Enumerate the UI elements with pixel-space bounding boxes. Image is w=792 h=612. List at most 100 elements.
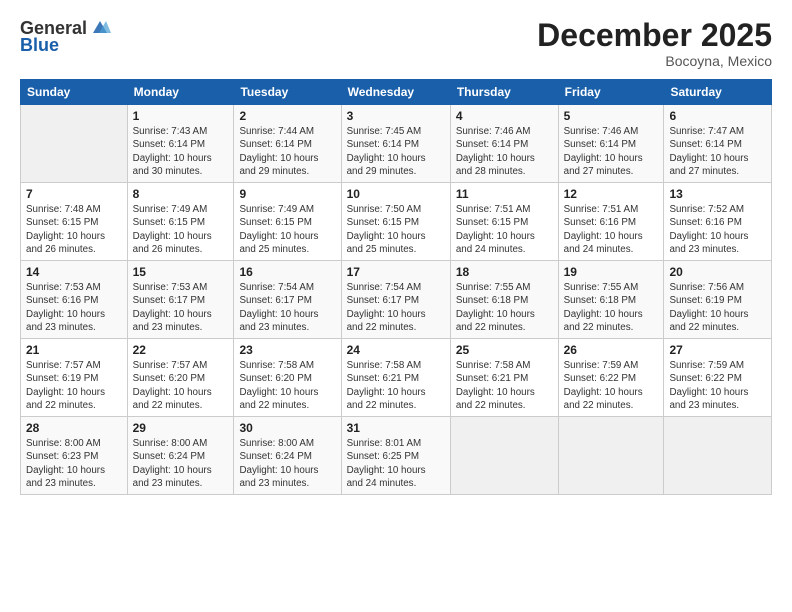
day-info: Sunrise: 7:57 AMSunset: 6:19 PMDaylight:… [26, 359, 122, 412]
day-info: Sunrise: 7:58 AMSunset: 6:21 PMDaylight:… [347, 359, 445, 412]
day-number: 25 [456, 343, 553, 357]
calendar-cell: 29 Sunrise: 8:00 AMSunset: 6:24 PMDayligh… [127, 417, 234, 495]
location: Bocoyna, Mexico [537, 53, 772, 69]
day-info: Sunrise: 7:49 AMSunset: 6:15 PMDaylight:… [239, 203, 335, 256]
calendar-cell: 27 Sunrise: 7:59 AMSunset: 6:22 PMDayligh… [664, 339, 772, 417]
day-info: Sunrise: 8:00 AMSunset: 6:24 PMDaylight:… [239, 437, 335, 490]
logo: General Blue [20, 18, 111, 56]
calendar-cell: 16Sunrise: 7:54 AMSunset: 6:17 PMDayligh… [234, 261, 341, 339]
calendar-header: Sunday Monday Tuesday Wednesday Thursday… [21, 80, 772, 105]
month-title: December 2025 [537, 18, 772, 53]
day-info: Sunrise: 7:53 AMSunset: 6:16 PMDaylight:… [26, 281, 122, 334]
day-number: 30 [239, 421, 335, 435]
calendar-week-2: 7 Sunrise: 7:48 AMSunset: 6:15 PMDaylight… [21, 183, 772, 261]
day-number: 5 [564, 109, 659, 123]
day-info: Sunrise: 7:56 AMSunset: 6:19 PMDaylight:… [669, 281, 766, 334]
calendar-cell: 11Sunrise: 7:51 AMSunset: 6:15 PMDayligh… [450, 183, 558, 261]
day-info: Sunrise: 7:53 AMSunset: 6:17 PMDaylight:… [133, 281, 229, 334]
calendar-table: Sunday Monday Tuesday Wednesday Thursday… [20, 79, 772, 495]
calendar-cell: 17 Sunrise: 7:54 AMSunset: 6:17 PMDayligh… [341, 261, 450, 339]
day-number: 13 [669, 187, 766, 201]
calendar-cell: 19 Sunrise: 7:55 AMSunset: 6:18 PMDayligh… [558, 261, 664, 339]
day-info: Sunrise: 7:59 AMSunset: 6:22 PMDaylight:… [564, 359, 659, 412]
day-number: 31 [347, 421, 445, 435]
day-number: 3 [347, 109, 445, 123]
day-info: Sunrise: 7:58 AMSunset: 6:20 PMDaylight:… [239, 359, 335, 412]
calendar-cell: 26 Sunrise: 7:59 AMSunset: 6:22 PMDayligh… [558, 339, 664, 417]
day-info: Sunrise: 7:45 AMSunset: 6:14 PMDaylight:… [347, 125, 445, 178]
day-number: 29 [133, 421, 229, 435]
day-number: 9 [239, 187, 335, 201]
calendar-week-5: 28Sunrise: 8:00 AMSunset: 6:23 PMDayligh… [21, 417, 772, 495]
day-number: 20 [669, 265, 766, 279]
calendar-cell: 20 Sunrise: 7:56 AMSunset: 6:19 PMDayligh… [664, 261, 772, 339]
calendar-cell: 18Sunrise: 7:55 AMSunset: 6:18 PMDayligh… [450, 261, 558, 339]
calendar-cell: 25Sunrise: 7:58 AMSunset: 6:21 PMDayligh… [450, 339, 558, 417]
day-info: Sunrise: 8:00 AMSunset: 6:24 PMDaylight:… [133, 437, 229, 490]
calendar-cell: 22 Sunrise: 7:57 AMSunset: 6:20 PMDayligh… [127, 339, 234, 417]
calendar-week-1: 1Sunrise: 7:43 AMSunset: 6:14 PMDaylight… [21, 105, 772, 183]
calendar-cell: 9 Sunrise: 7:49 AMSunset: 6:15 PMDaylight… [234, 183, 341, 261]
calendar-cell [21, 105, 128, 183]
day-info: Sunrise: 7:55 AMSunset: 6:18 PMDaylight:… [564, 281, 659, 334]
day-number: 2 [239, 109, 335, 123]
calendar-cell: 3 Sunrise: 7:45 AMSunset: 6:14 PMDaylight… [341, 105, 450, 183]
day-info: Sunrise: 7:52 AMSunset: 6:16 PMDaylight:… [669, 203, 766, 256]
day-info: Sunrise: 7:47 AMSunset: 6:14 PMDaylight:… [669, 125, 766, 178]
calendar-cell: 10 Sunrise: 7:50 AMSunset: 6:15 PMDayligh… [341, 183, 450, 261]
calendar-cell: 4 Sunrise: 7:46 AMSunset: 6:14 PMDaylight… [450, 105, 558, 183]
day-number: 4 [456, 109, 553, 123]
logo-icon [89, 19, 111, 37]
day-number: 27 [669, 343, 766, 357]
day-info: Sunrise: 7:51 AMSunset: 6:15 PMDaylight:… [456, 203, 553, 256]
col-tuesday: Tuesday [234, 80, 341, 105]
day-number: 22 [133, 343, 229, 357]
col-wednesday: Wednesday [341, 80, 450, 105]
calendar-cell: 8Sunrise: 7:49 AMSunset: 6:15 PMDaylight… [127, 183, 234, 261]
day-info: Sunrise: 8:01 AMSunset: 6:25 PMDaylight:… [347, 437, 445, 490]
calendar-cell [664, 417, 772, 495]
day-number: 19 [564, 265, 659, 279]
calendar-body: 1Sunrise: 7:43 AMSunset: 6:14 PMDaylight… [21, 105, 772, 495]
day-info: Sunrise: 7:57 AMSunset: 6:20 PMDaylight:… [133, 359, 229, 412]
col-thursday: Thursday [450, 80, 558, 105]
day-number: 12 [564, 187, 659, 201]
calendar-cell: 6 Sunrise: 7:47 AMSunset: 6:14 PMDaylight… [664, 105, 772, 183]
day-info: Sunrise: 7:46 AMSunset: 6:14 PMDaylight:… [564, 125, 659, 178]
day-info: Sunrise: 7:54 AMSunset: 6:17 PMDaylight:… [239, 281, 335, 334]
calendar-cell: 5 Sunrise: 7:46 AMSunset: 6:14 PMDaylight… [558, 105, 664, 183]
header-row: Sunday Monday Tuesday Wednesday Thursday… [21, 80, 772, 105]
calendar-cell: 21Sunrise: 7:57 AMSunset: 6:19 PMDayligh… [21, 339, 128, 417]
day-info: Sunrise: 7:51 AMSunset: 6:16 PMDaylight:… [564, 203, 659, 256]
day-number: 23 [239, 343, 335, 357]
calendar-week-3: 14 Sunrise: 7:53 AMSunset: 6:16 PMDayligh… [21, 261, 772, 339]
calendar-cell: 28Sunrise: 8:00 AMSunset: 6:23 PMDayligh… [21, 417, 128, 495]
day-info: Sunrise: 7:46 AMSunset: 6:14 PMDaylight:… [456, 125, 553, 178]
day-info: Sunrise: 7:54 AMSunset: 6:17 PMDaylight:… [347, 281, 445, 334]
col-saturday: Saturday [664, 80, 772, 105]
day-number: 17 [347, 265, 445, 279]
calendar-cell: 12 Sunrise: 7:51 AMSunset: 6:16 PMDayligh… [558, 183, 664, 261]
day-number: 26 [564, 343, 659, 357]
day-number: 10 [347, 187, 445, 201]
day-number: 24 [347, 343, 445, 357]
calendar-cell [558, 417, 664, 495]
calendar-cell: 23 Sunrise: 7:58 AMSunset: 6:20 PMDayligh… [234, 339, 341, 417]
title-area: December 2025 Bocoyna, Mexico [537, 18, 772, 69]
day-number: 7 [26, 187, 122, 201]
day-info: Sunrise: 7:48 AMSunset: 6:15 PMDaylight:… [26, 203, 122, 256]
day-info: Sunrise: 7:49 AMSunset: 6:15 PMDaylight:… [133, 203, 229, 256]
calendar-cell: 1Sunrise: 7:43 AMSunset: 6:14 PMDaylight… [127, 105, 234, 183]
day-info: Sunrise: 7:43 AMSunset: 6:14 PMDaylight:… [133, 125, 229, 178]
col-friday: Friday [558, 80, 664, 105]
day-info: Sunrise: 7:50 AMSunset: 6:15 PMDaylight:… [347, 203, 445, 256]
day-info: Sunrise: 7:59 AMSunset: 6:22 PMDaylight:… [669, 359, 766, 412]
day-number: 14 [26, 265, 122, 279]
calendar-cell: 31 Sunrise: 8:01 AMSunset: 6:25 PMDayligh… [341, 417, 450, 495]
day-info: Sunrise: 7:55 AMSunset: 6:18 PMDaylight:… [456, 281, 553, 334]
header: General Blue December 2025 Bocoyna, Mexi… [20, 18, 772, 69]
calendar-cell: 2Sunrise: 7:44 AMSunset: 6:14 PMDaylight… [234, 105, 341, 183]
calendar-week-4: 21Sunrise: 7:57 AMSunset: 6:19 PMDayligh… [21, 339, 772, 417]
day-number: 6 [669, 109, 766, 123]
calendar-cell: 15Sunrise: 7:53 AMSunset: 6:17 PMDayligh… [127, 261, 234, 339]
